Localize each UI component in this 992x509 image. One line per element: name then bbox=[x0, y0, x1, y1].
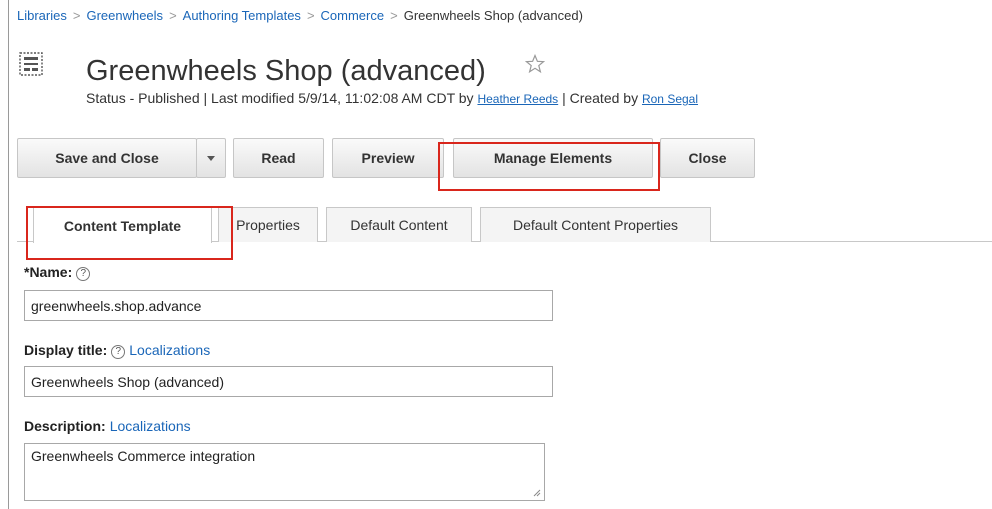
status-text: Status - Published | Last modified 5/9/1… bbox=[86, 90, 474, 106]
breadcrumb-libraries[interactable]: Libraries bbox=[17, 8, 67, 23]
created-by-link[interactable]: Ron Segal bbox=[642, 92, 698, 106]
help-icon[interactable]: ? bbox=[111, 345, 126, 359]
tab-properties-label: Properties bbox=[236, 217, 300, 233]
save-and-close-label: Save and Close bbox=[55, 150, 159, 166]
save-options-dropdown[interactable] bbox=[196, 138, 226, 178]
tab-default-content-label: Default Content bbox=[350, 217, 448, 233]
display-title-input[interactable] bbox=[24, 366, 553, 397]
read-button[interactable]: Read bbox=[233, 138, 324, 178]
display-title-field-label: Display title:? Localizations bbox=[24, 342, 210, 359]
tab-default-content[interactable]: Default Content bbox=[326, 207, 472, 242]
preview-label: Preview bbox=[361, 150, 415, 166]
breadcrumb-current: Greenwheels Shop (advanced) bbox=[403, 8, 583, 23]
description-label-text: Description: bbox=[24, 418, 106, 434]
help-icon[interactable]: ? bbox=[76, 267, 91, 281]
breadcrumb-separator: > bbox=[72, 8, 81, 23]
tab-default-content-properties-label: Default Content Properties bbox=[513, 217, 678, 233]
description-textarea[interactable]: Greenwheels Commerce integration bbox=[24, 443, 545, 501]
breadcrumb-authoring-templates[interactable]: Authoring Templates bbox=[183, 8, 301, 23]
description-field-label: Description: Localizations bbox=[24, 418, 191, 434]
content-template-highlight bbox=[26, 206, 233, 260]
modified-by-link[interactable]: Heather Reeds bbox=[477, 92, 558, 106]
description-localizations-link[interactable]: Localizations bbox=[110, 418, 191, 434]
status-line: Status - Published | Last modified 5/9/1… bbox=[86, 90, 698, 106]
read-label: Read bbox=[261, 150, 296, 166]
tab-properties[interactable]: Properties bbox=[218, 207, 318, 242]
manage-elements-highlight bbox=[438, 142, 660, 191]
breadcrumb-separator: > bbox=[390, 8, 398, 23]
page-title: Greenwheels Shop (advanced) bbox=[86, 55, 486, 87]
breadcrumb-commerce[interactable]: Commerce bbox=[321, 8, 385, 23]
chevron-down-icon bbox=[207, 155, 215, 161]
save-and-close-button[interactable]: Save and Close bbox=[17, 138, 197, 178]
name-input[interactable] bbox=[24, 290, 553, 321]
close-label: Close bbox=[688, 150, 727, 166]
star-outline-icon[interactable] bbox=[525, 54, 545, 74]
breadcrumb-separator: > bbox=[169, 8, 177, 23]
breadcrumb-greenwheels[interactable]: Greenwheels bbox=[86, 8, 163, 23]
template-icon bbox=[19, 52, 43, 76]
name-field-label: *Name:? bbox=[24, 264, 91, 281]
tab-default-content-properties[interactable]: Default Content Properties bbox=[480, 207, 711, 242]
created-text: | Created by bbox=[562, 90, 639, 106]
left-border bbox=[8, 0, 9, 509]
preview-button[interactable]: Preview bbox=[332, 138, 444, 178]
name-label-text: *Name: bbox=[24, 264, 73, 280]
display-title-localizations-link[interactable]: Localizations bbox=[129, 342, 210, 358]
breadcrumb-separator: > bbox=[306, 8, 315, 23]
breadcrumb: Libraries > Greenwheels > Authoring Template… bbox=[17, 8, 583, 23]
display-title-label-text: Display title: bbox=[24, 342, 108, 358]
close-button[interactable]: Close bbox=[660, 138, 755, 178]
resize-grip-icon[interactable] bbox=[533, 489, 541, 497]
